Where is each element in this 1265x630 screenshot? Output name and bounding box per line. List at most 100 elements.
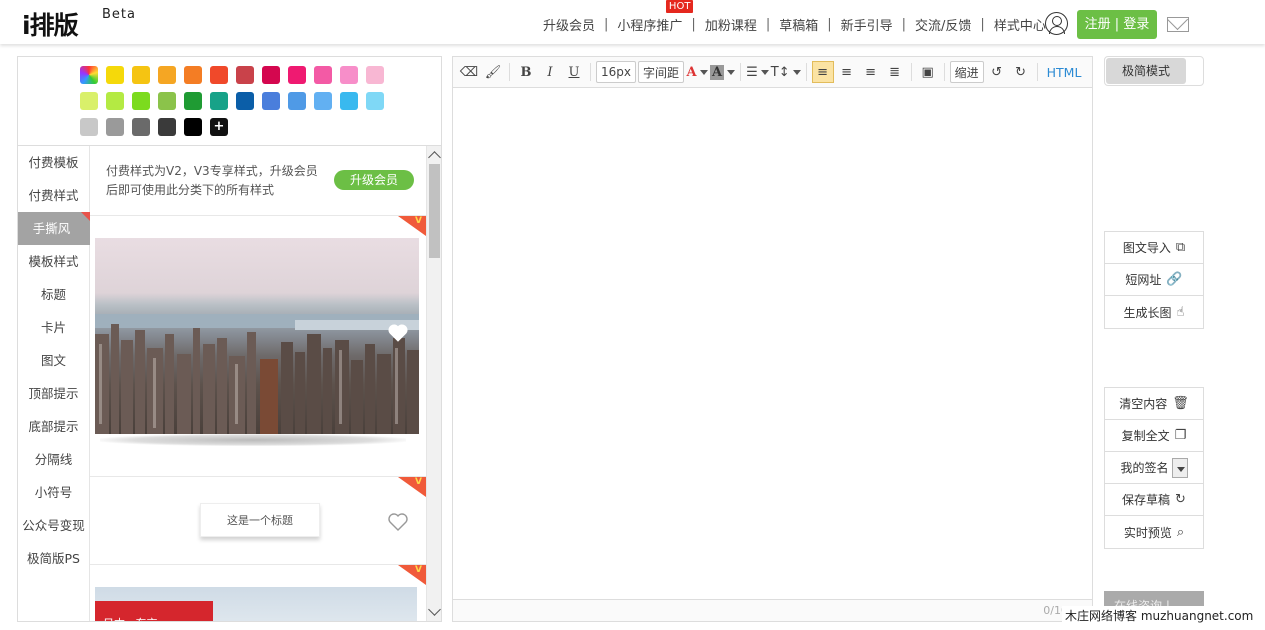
color-swatch[interactable] <box>132 92 150 110</box>
html-button[interactable]: HTML <box>1043 61 1086 83</box>
style-card[interactable]: V <box>90 216 426 477</box>
indent-button[interactable]: 缩进 <box>949 61 984 83</box>
import-article-button[interactable]: 图文导入 ⧉ <box>1105 232 1203 264</box>
color-swatch[interactable] <box>314 92 332 110</box>
letter-spacing-button[interactable]: 字间距 <box>638 61 685 83</box>
style-card[interactable]: V 这是一个标题 <box>90 477 426 565</box>
color-swatch[interactable] <box>288 92 306 110</box>
eraser-icon[interactable]: ⌫ <box>458 61 480 83</box>
copy-all-button[interactable]: 复制全文 ❐ <box>1105 420 1203 452</box>
italic-button[interactable]: I <box>539 61 561 83</box>
category-item[interactable]: 顶部提示 <box>18 377 89 410</box>
scroll-up-icon[interactable] <box>428 151 441 164</box>
scroll-down-icon[interactable] <box>428 603 441 616</box>
favorite-icon[interactable] <box>388 324 408 342</box>
scroll-thumb[interactable] <box>429 164 440 258</box>
clear-content-button[interactable]: 清空内容 🗑 <box>1105 388 1203 420</box>
color-swatch[interactable] <box>366 92 384 110</box>
category-item[interactable]: 小符号 <box>18 476 89 509</box>
color-swatch[interactable] <box>106 92 124 110</box>
long-image-button[interactable]: 生成长图 ☝ <box>1105 296 1203 328</box>
category-item[interactable]: 手撕风 <box>18 212 90 245</box>
color-swatch[interactable] <box>210 92 228 110</box>
bold-button[interactable]: B <box>515 61 537 83</box>
mail-icon[interactable] <box>1167 17 1189 32</box>
color-swatch[interactable] <box>262 66 280 84</box>
color-swatch[interactable] <box>262 92 280 110</box>
color-swatch[interactable] <box>80 118 98 136</box>
underline-button[interactable]: U <box>563 61 585 83</box>
color-swatch[interactable] <box>184 92 202 110</box>
color-swatch[interactable] <box>158 118 176 136</box>
align-center-icon[interactable]: ≡ <box>836 61 858 83</box>
nav-fans-course[interactable]: 加粉课程 <box>698 15 764 34</box>
logo-beta-label: Beta <box>102 7 136 22</box>
add-color-button[interactable]: + <box>210 118 228 136</box>
category-item[interactable]: 底部提示 <box>18 410 89 443</box>
color-swatch[interactable] <box>80 92 98 110</box>
category-item[interactable]: 卡片 <box>18 311 89 344</box>
text-size-icon[interactable]: T↕ <box>771 61 801 83</box>
color-swatch[interactable] <box>106 66 124 84</box>
style-list-scrollbar[interactable] <box>426 146 441 621</box>
format-brush-icon[interactable]: 🖌 <box>482 61 504 83</box>
color-swatch[interactable] <box>236 66 254 84</box>
category-item[interactable]: 极简版PS <box>18 542 89 575</box>
color-swatch[interactable] <box>132 66 150 84</box>
chevron-down-icon[interactable] <box>1171 457 1188 478</box>
color-swatch[interactable] <box>106 118 124 136</box>
logo[interactable]: i排版 <box>22 6 79 42</box>
line-height-icon[interactable]: ☰ <box>746 61 769 83</box>
font-size-select[interactable]: 16px <box>596 61 636 83</box>
align-left-icon[interactable]: ≡ <box>811 61 834 83</box>
color-swatch[interactable] <box>132 118 150 136</box>
category-item[interactable]: 标题 <box>18 278 89 311</box>
align-justify-icon[interactable]: ≣ <box>884 61 906 83</box>
editor-body[interactable] <box>453 88 1092 599</box>
nav-miniprogram[interactable]: 小程序推广 HOT <box>610 0 694 34</box>
color-swatch[interactable] <box>340 92 358 110</box>
color-swatch[interactable] <box>340 66 358 84</box>
nav-upgrade-member[interactable]: 升级会员 <box>536 15 602 34</box>
category-item[interactable]: 公众号变现 <box>18 509 89 542</box>
save-draft-button[interactable]: 保存草稿 ↻ <box>1105 484 1203 516</box>
simple-mode-toggle[interactable]: 极简模式 <box>1104 56 1204 86</box>
user-icon[interactable] <box>1045 12 1068 35</box>
category-list: 付费模板 付费样式 手撕风 模板样式 标题 卡片 图文 顶部提示 底部提示 分隔线 小符号 公众号变现… <box>18 146 90 621</box>
sky-photo: 日本 · 东京 <box>95 587 417 621</box>
simple-mode-label: 极简模式 <box>1106 58 1186 84</box>
category-item[interactable]: 分隔线 <box>18 443 89 476</box>
color-wheel-swatch[interactable] <box>80 66 98 84</box>
undo-icon[interactable]: ↺ <box>986 61 1008 83</box>
nav-beginner-guide[interactable]: 新手引导 <box>834 15 900 34</box>
insert-image-icon[interactable]: ▣ <box>917 61 939 83</box>
register-login-button[interactable]: 注册 | 登录 <box>1077 10 1157 39</box>
align-right-icon[interactable]: ≡ <box>860 61 882 83</box>
hand-icon: ☝ <box>1176 304 1185 320</box>
live-preview-button[interactable]: 实时预览 ⌕ <box>1105 516 1203 548</box>
my-signature-button[interactable]: 我的签名 <box>1105 452 1203 484</box>
short-url-button[interactable]: 短网址 🔗 <box>1105 264 1203 296</box>
color-swatch[interactable] <box>184 118 202 136</box>
nav-style-center[interactable]: 样式中心 <box>987 15 1053 34</box>
color-swatch[interactable] <box>184 66 202 84</box>
favorite-icon[interactable] <box>388 513 408 531</box>
nav-feedback[interactable]: 交流/反馈 <box>908 15 978 34</box>
color-swatch[interactable] <box>288 66 306 84</box>
category-item[interactable]: 图文 <box>18 344 89 377</box>
style-card[interactable]: V 日本 · 东京 <box>90 565 426 621</box>
color-swatch[interactable] <box>236 92 254 110</box>
category-item[interactable]: 模板样式 <box>18 245 89 278</box>
color-swatch[interactable] <box>314 66 332 84</box>
color-swatch[interactable] <box>210 66 228 84</box>
color-swatch[interactable] <box>158 66 176 84</box>
color-swatch[interactable] <box>366 66 384 84</box>
redo-icon[interactable]: ↻ <box>1010 61 1032 83</box>
color-swatch[interactable] <box>158 92 176 110</box>
font-color-icon[interactable]: A <box>686 61 708 83</box>
category-item[interactable]: 付费样式 <box>18 179 89 212</box>
upgrade-member-button[interactable]: 升级会员 <box>334 170 414 190</box>
category-item[interactable]: 付费模板 <box>18 146 89 179</box>
background-color-icon[interactable]: A <box>710 61 736 83</box>
nav-drafts[interactable]: 草稿箱 <box>772 15 825 34</box>
